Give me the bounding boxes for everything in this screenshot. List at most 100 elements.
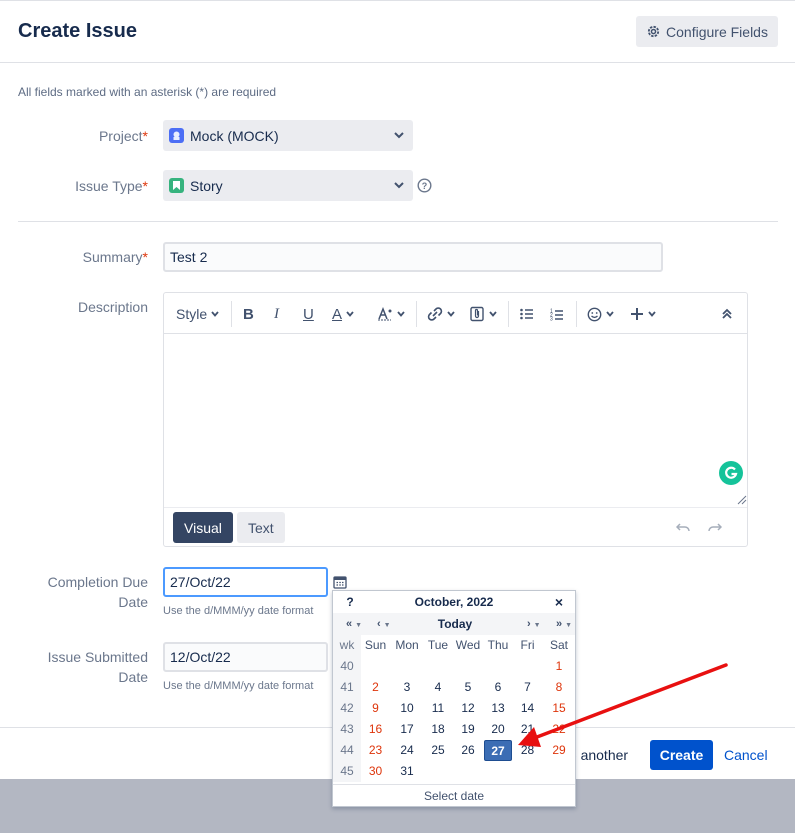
bullet-list-icon[interactable]: [520, 304, 534, 324]
date-picker-popup: ? October, 2022 × «▼ ‹ ▼ Today › ▼ » ▼ wk S…: [332, 590, 576, 807]
project-value: Mock (MOCK): [190, 127, 279, 144]
undo-icon[interactable]: [676, 521, 692, 533]
weekday-header: Thu: [487, 638, 509, 652]
calendar-day[interactable]: 24: [390, 740, 424, 761]
issue-submitted-date-input[interactable]: [163, 642, 328, 672]
calendar-day[interactable]: 12: [452, 698, 484, 719]
collapse-toolbar-icon[interactable]: [721, 304, 733, 324]
week-number: 45: [333, 761, 361, 782]
weekday-header: wk: [333, 635, 361, 656]
calendar-empty-cell: [512, 761, 543, 782]
calendar-week-row: 41 2 3 4 5 6 7 8: [333, 677, 575, 698]
completion-due-date-label: Completion Due Date: [47, 574, 148, 610]
text-color-icon[interactable]: A: [332, 304, 355, 324]
calendar-close-button[interactable]: ×: [549, 591, 569, 613]
calendar-day[interactable]: 8: [543, 677, 575, 698]
calendar-day[interactable]: 30: [361, 761, 390, 782]
calendar-day[interactable]: 17: [390, 719, 424, 740]
next-month-button[interactable]: › ▼: [527, 613, 541, 635]
calendar-day[interactable]: 14: [512, 698, 543, 719]
create-button[interactable]: Create: [650, 740, 713, 770]
summary-input[interactable]: [163, 242, 663, 272]
underline-icon[interactable]: U: [303, 304, 314, 324]
calendar-day[interactable]: 26: [452, 740, 484, 761]
calendar-icon[interactable]: [333, 575, 347, 589]
calendar-help-button[interactable]: ?: [341, 591, 359, 613]
calendar-day[interactable]: 18: [424, 719, 452, 740]
today-button[interactable]: Today: [431, 613, 479, 635]
grammarly-icon[interactable]: [719, 461, 743, 485]
calendar-day[interactable]: 19: [452, 719, 484, 740]
calendar-empty-cell: [424, 761, 452, 782]
calendar-day[interactable]: 21: [512, 719, 543, 740]
calendar-week-row: 40 1: [333, 656, 575, 677]
tab-text[interactable]: Text: [237, 512, 285, 543]
next-year-button[interactable]: » ▼: [556, 613, 572, 635]
calendar-day[interactable]: 31: [390, 761, 424, 782]
calendar-week-row: 45 30 31: [333, 761, 575, 782]
chevron-down-icon: [211, 311, 219, 317]
calendar-day[interactable]: 29: [543, 740, 575, 761]
configure-fields-button[interactable]: Configure Fields: [636, 16, 778, 47]
calendar-day[interactable]: 25: [424, 740, 452, 761]
calendar-day[interactable]: 9: [361, 698, 390, 719]
week-number: 44: [333, 740, 361, 761]
insert-more-icon[interactable]: [630, 304, 657, 324]
link-icon[interactable]: [427, 304, 456, 324]
calendar-day[interactable]: 7: [512, 677, 543, 698]
weekday-header: Tue: [427, 638, 449, 652]
calendar-day[interactable]: 16: [361, 719, 390, 740]
svg-text:3: 3: [550, 316, 553, 321]
description-label: Description: [77, 299, 148, 315]
calendar-selected-day[interactable]: 27: [484, 740, 512, 761]
toolbar-separator: [416, 301, 417, 327]
chevron-down-icon: [397, 311, 405, 317]
project-select[interactable]: Mock (MOCK): [163, 120, 413, 151]
calendar-day[interactable]: 28: [512, 740, 543, 761]
calendar-week-row: 42 9 10 11 12 13 14 15: [333, 698, 575, 719]
calendar-day[interactable]: 4: [424, 677, 452, 698]
weekday-header: Sun: [364, 638, 387, 652]
calendar-day[interactable]: 11: [424, 698, 452, 719]
redo-icon[interactable]: [706, 521, 722, 533]
calendar-day[interactable]: 20: [484, 719, 512, 740]
attachment-icon[interactable]: [469, 304, 498, 324]
calendar-day[interactable]: 1: [543, 656, 575, 677]
completion-due-date-input[interactable]: [163, 567, 328, 597]
prev-month-button[interactable]: ‹ ▼: [377, 613, 391, 635]
italic-icon[interactable]: I: [274, 304, 279, 324]
calendar-day[interactable]: 15: [543, 698, 575, 719]
resize-handle-icon[interactable]: [737, 495, 747, 505]
required-note: All fields marked with an asterisk (*) a…: [18, 85, 277, 99]
calendar-day[interactable]: 13: [484, 698, 512, 719]
style-dropdown[interactable]: Style: [176, 304, 220, 324]
calendar-footer-status: Select date: [333, 784, 575, 806]
bold-icon[interactable]: B: [243, 304, 254, 324]
emoji-icon[interactable]: [587, 304, 615, 324]
issue-type-select[interactable]: Story: [163, 170, 413, 201]
tab-visual[interactable]: Visual: [173, 512, 233, 543]
text-format-icon[interactable]: [377, 304, 406, 324]
calendar-week-row: 43 16 17 18 19 20 21 22: [333, 719, 575, 740]
prev-year-button[interactable]: «▼: [346, 613, 362, 635]
section-divider: [18, 221, 778, 222]
calendar-grid: wk Sun Mon Tue Wed Thu Fri Sat 40 1 41 2 3 4 5…: [333, 635, 575, 782]
calendar-day[interactable]: 3: [390, 677, 424, 698]
calendar-day[interactable]: 10: [390, 698, 424, 719]
issue-submitted-date-label: Issue Submitted Date: [47, 649, 148, 685]
description-textarea[interactable]: [164, 335, 747, 507]
cancel-link[interactable]: Cancel: [724, 747, 768, 763]
calendar-day[interactable]: 22: [543, 719, 575, 740]
help-icon[interactable]: ?: [417, 178, 432, 193]
project-avatar-icon: [169, 128, 184, 143]
calendar-day[interactable]: 2: [361, 677, 390, 698]
toolbar-separator: [508, 301, 509, 327]
calendar-day[interactable]: 23: [361, 740, 390, 761]
calendar-day[interactable]: 6: [484, 677, 512, 698]
issue-type-label: Issue Type*: [75, 178, 148, 194]
numbered-list-icon[interactable]: 123: [550, 304, 564, 324]
issue-type-value: Story: [190, 177, 223, 194]
calendar-empty-cell: [484, 761, 512, 782]
calendar-day[interactable]: 5: [452, 677, 484, 698]
calendar-weekday-row: wk Sun Mon Tue Wed Thu Fri Sat: [333, 635, 575, 656]
